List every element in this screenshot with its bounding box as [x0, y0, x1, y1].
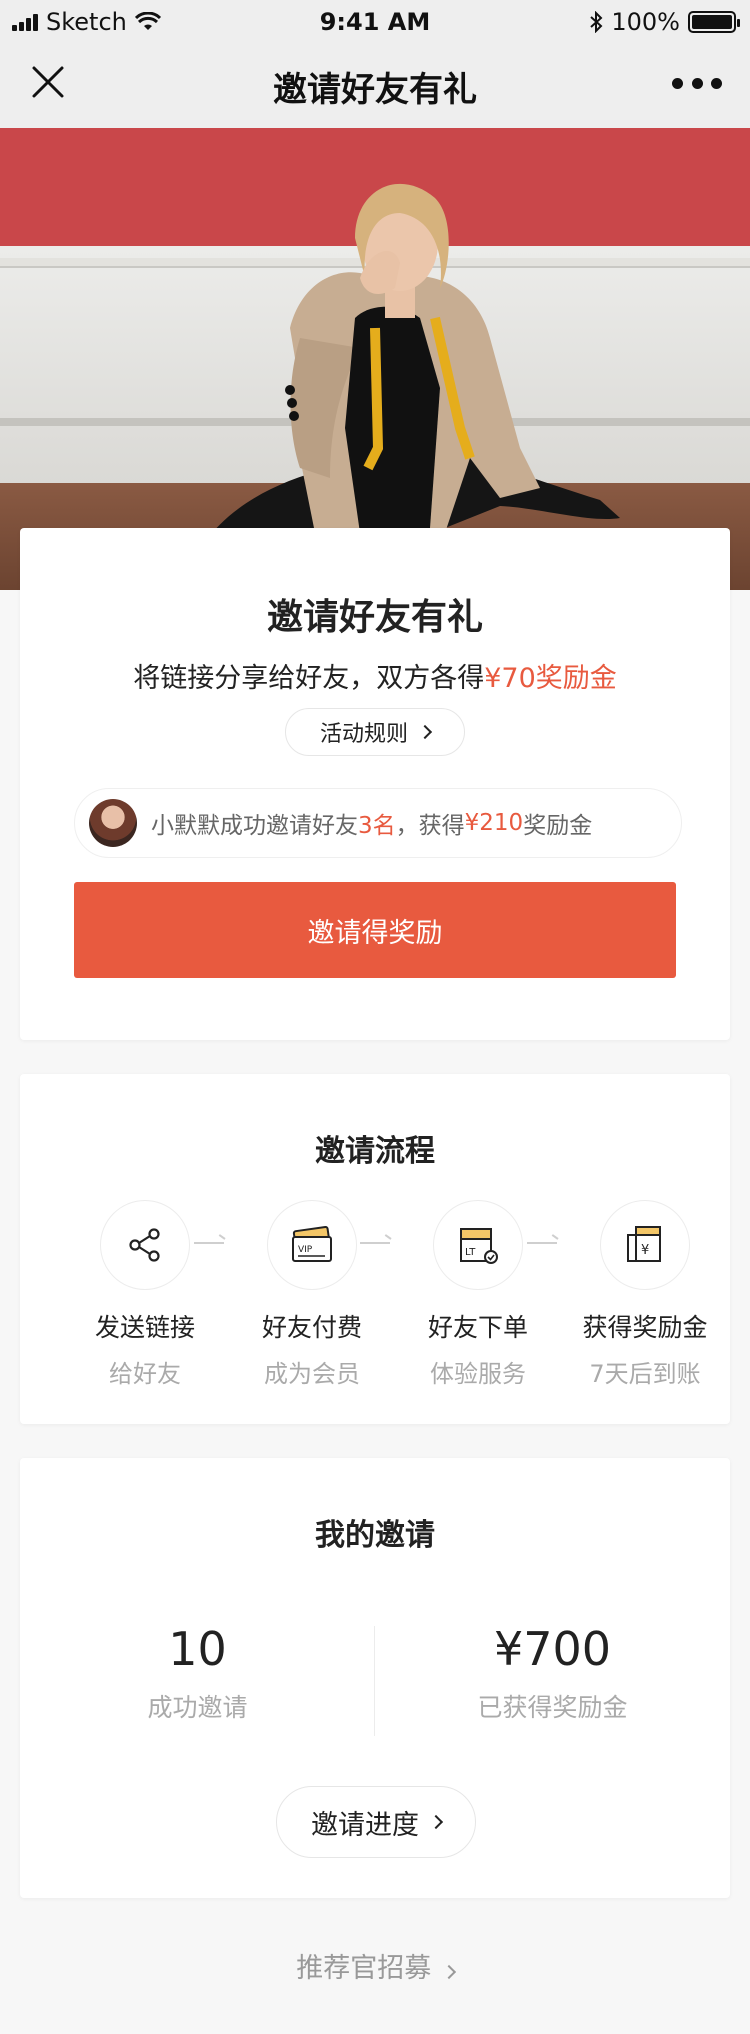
flow-step-desc: 成为会员 [264, 1360, 360, 1388]
chevron-right-icon [428, 1814, 444, 1830]
success-invites-label: 成功邀请 [147, 1693, 248, 1722]
invite-flow-card: 邀请流程 发送链接 给好友 VIP 好友付费 成为会员 LT 好友下单 体验服务… [20, 1074, 730, 1424]
notice-middle: ，获得 [395, 813, 465, 839]
success-invites-stat: 10 成功邀请 [20, 1622, 375, 1724]
recruit-link[interactable]: 推荐官招募 [0, 1946, 750, 1985]
status-right: 100% [589, 8, 740, 36]
flow-arrow-icon [360, 1242, 390, 1244]
share-icon [100, 1200, 190, 1290]
my-invites-title: 我的邀请 [315, 1518, 435, 1553]
flow-step: ¥ 获得奖励金 7天后到账 [560, 1200, 730, 1389]
subtitle-prefix: 将链接分享给好友，双方各得 [133, 663, 485, 694]
my-invites-card: 我的邀请 10 成功邀请 ¥700 已获得奖励金 邀请进度 [20, 1458, 730, 1898]
svg-text:LT: LT [465, 1247, 476, 1258]
hero-banner-image [0, 128, 750, 590]
flow-arrow-icon [527, 1242, 557, 1244]
flow-step-desc: 7天后到账 [589, 1360, 701, 1388]
svg-text:¥: ¥ [641, 1243, 649, 1258]
flow-step-desc: 体验服务 [430, 1360, 526, 1388]
subtitle-reward: ¥70奖励金 [484, 663, 617, 694]
notice-amount: ¥210 [464, 810, 524, 836]
avatar [89, 799, 137, 847]
activity-rules-label: 活动规则 [319, 722, 408, 747]
status-bar: Sketch 9:41 AM 100% [0, 0, 750, 44]
top-bar: Sketch 9:41 AM 100% 邀请好友有礼 [0, 0, 750, 128]
model-illustration [180, 183, 620, 590]
flow-step: VIP 好友付费 成为会员 [227, 1200, 397, 1389]
reward-earned-amount: ¥700 [493, 1622, 612, 1676]
reward-earned-stat: ¥700 已获得奖励金 [375, 1622, 730, 1724]
invite-card-title: 邀请好友有礼 [266, 597, 483, 638]
flow-step-desc: 给好友 [109, 1360, 181, 1388]
package-icon: LT [433, 1200, 523, 1290]
invite-card: 邀请好友有礼 将链接分享给好友，双方各得¥70奖励金 活动规则 小默默成功邀请好… [20, 528, 730, 1040]
chevron-right-icon [417, 724, 433, 740]
recruit-link-label: 推荐官招募 [296, 1953, 432, 1984]
invite-notice: 小默默成功邀请好友 3名 ，获得 ¥210 奖励金 [74, 788, 682, 858]
battery-percent: 100% [611, 8, 680, 36]
flow-arrow-icon [194, 1242, 224, 1244]
success-invites-count: 10 [168, 1622, 227, 1676]
flow-title: 邀请流程 [315, 1134, 435, 1169]
bluetooth-icon [590, 11, 603, 33]
chevron-right-icon [441, 1964, 456, 1980]
flow-step-title: 获得奖励金 [582, 1313, 708, 1342]
svg-text:VIP: VIP [298, 1245, 313, 1255]
notice-count: 3名 [358, 813, 396, 839]
vip-card-icon: VIP [267, 1200, 357, 1290]
flow-step-title: 好友下单 [427, 1313, 528, 1342]
page-title: 邀请好友有礼 [273, 70, 477, 110]
invite-card-subtitle: 将链接分享给好友，双方各得¥70奖励金 [20, 656, 730, 695]
more-icon[interactable] [672, 76, 722, 90]
invite-progress-label: 邀请进度 [311, 1809, 419, 1841]
reward-earned-label: 已获得奖励金 [477, 1693, 628, 1722]
navigation-bar: 邀请好友有礼 [0, 44, 750, 128]
activity-rules-button[interactable]: 活动规则 [285, 708, 465, 756]
flow-step: LT 好友下单 体验服务 [393, 1200, 563, 1389]
flow-step-title: 好友付费 [261, 1313, 362, 1342]
invite-progress-button[interactable]: 邀请进度 [276, 1786, 476, 1858]
notice-prefix: 小默默成功邀请好友 [151, 813, 358, 839]
battery-icon [688, 11, 740, 33]
notice-suffix: 奖励金 [523, 813, 593, 839]
invite-reward-button[interactable]: 邀请得奖励 [74, 882, 676, 978]
flow-step-title: 发送链接 [94, 1313, 195, 1342]
reward-envelope-icon: ¥ [600, 1200, 690, 1290]
flow-step: 发送链接 给好友 [60, 1200, 230, 1389]
